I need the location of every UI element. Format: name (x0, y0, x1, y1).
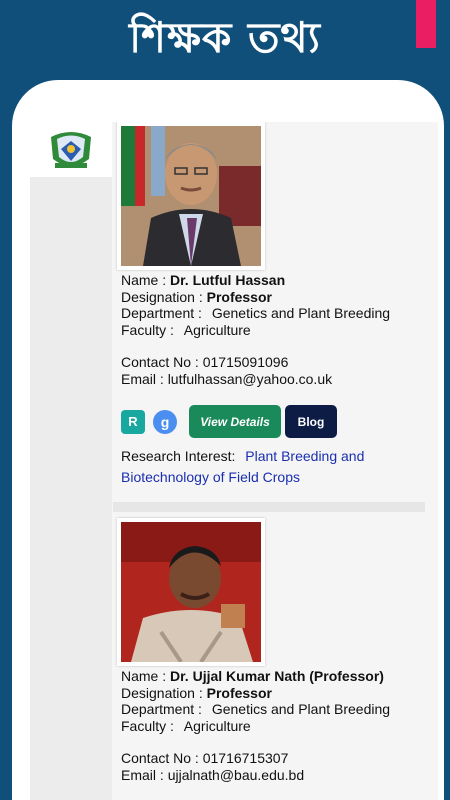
department-label: Department : (121, 701, 202, 717)
faculty-row: Faculty : Agriculture (121, 322, 421, 339)
google-scholar-icon[interactable]: g (153, 409, 177, 434)
name-label: Name : (121, 272, 167, 288)
teacher-info: Name : Dr. Ujjal Kumar Nath (Professor) … (121, 668, 421, 783)
teacher-designation: Professor (206, 288, 272, 305)
teacher-name: Dr. Ujjal Kumar Nath (Professor) (170, 668, 384, 684)
name-row: Name : Dr. Lutful Hassan (121, 272, 421, 289)
teacher-faculty: Agriculture (183, 321, 251, 338)
logo[interactable] (30, 122, 112, 177)
teacher-email[interactable]: ujjalnath@bau.edu.bd (168, 767, 304, 783)
designation-label: Designation : (121, 684, 203, 701)
department-label: Department : (121, 305, 202, 321)
name-row: Name : Dr. Ujjal Kumar Nath (Professor) (121, 668, 421, 685)
teacher-card: Name : Dr. Lutful Hassan Designation : P… (113, 122, 425, 502)
name-label: Name : (121, 668, 167, 684)
email-label: Email : (121, 370, 164, 387)
designation-row: Designation : Professor (121, 685, 421, 702)
faculty-row: Faculty : Agriculture (121, 718, 421, 735)
university-crest-icon (51, 131, 91, 168)
faculty-label: Faculty : (121, 321, 174, 338)
sidebar (30, 122, 112, 800)
teacher-photo (117, 518, 265, 666)
teacher-designation: Professor (206, 684, 272, 701)
teacher-photo (117, 122, 265, 270)
promo-title: শিক্ষক তথ্য (129, 13, 321, 62)
teacher-email[interactable]: lutfulhassan@yahoo.co.uk (168, 371, 332, 387)
teacher-department: Genetics and Plant Breeding (211, 701, 391, 717)
teacher-department: Genetics and Plant Breeding (211, 305, 391, 321)
card-divider (113, 502, 425, 512)
accent-bar (416, 0, 436, 48)
email-row: Email : ujjalnath@bau.edu.bd (121, 767, 421, 784)
teacher-info: Name : Dr. Lutful Hassan Designation : P… (121, 272, 421, 387)
view-details-button[interactable]: View Details (189, 405, 281, 438)
email-row: Email : lutfulhassan@yahoo.co.uk (121, 371, 421, 388)
designation-label: Designation : (121, 288, 203, 305)
researchgate-icon[interactable]: R (121, 409, 145, 434)
action-bar: R g View Details Blog (121, 405, 337, 438)
department-row: Department : Genetics and Plant Breeding (121, 701, 421, 718)
contact-row: Contact No : 01716715307 (121, 750, 421, 767)
faculty-label: Faculty : (121, 717, 174, 734)
blog-button[interactable]: Blog (285, 405, 337, 438)
designation-row: Designation : Professor (121, 289, 421, 306)
research-interest: Research Interest: Plant Breeding and Bi… (121, 446, 417, 488)
contact-label: Contact No : (121, 750, 199, 766)
teacher-contact[interactable]: 01716715307 (203, 750, 289, 766)
teacher-card: Name : Dr. Ujjal Kumar Nath (Professor) … (113, 514, 425, 800)
contact-row: Contact No : 01715091096 (121, 354, 421, 371)
teacher-name: Dr. Lutful Hassan (170, 272, 286, 288)
teacher-contact[interactable]: 01715091096 (203, 354, 289, 370)
app-screen: Name : Dr. Lutful Hassan Designation : P… (30, 122, 438, 800)
email-label: Email : (121, 766, 164, 783)
contact-label: Contact No : (121, 354, 199, 370)
research-label: Research Interest: (121, 448, 236, 464)
teacher-faculty: Agriculture (183, 717, 251, 734)
department-row: Department : Genetics and Plant Breeding (121, 305, 421, 322)
